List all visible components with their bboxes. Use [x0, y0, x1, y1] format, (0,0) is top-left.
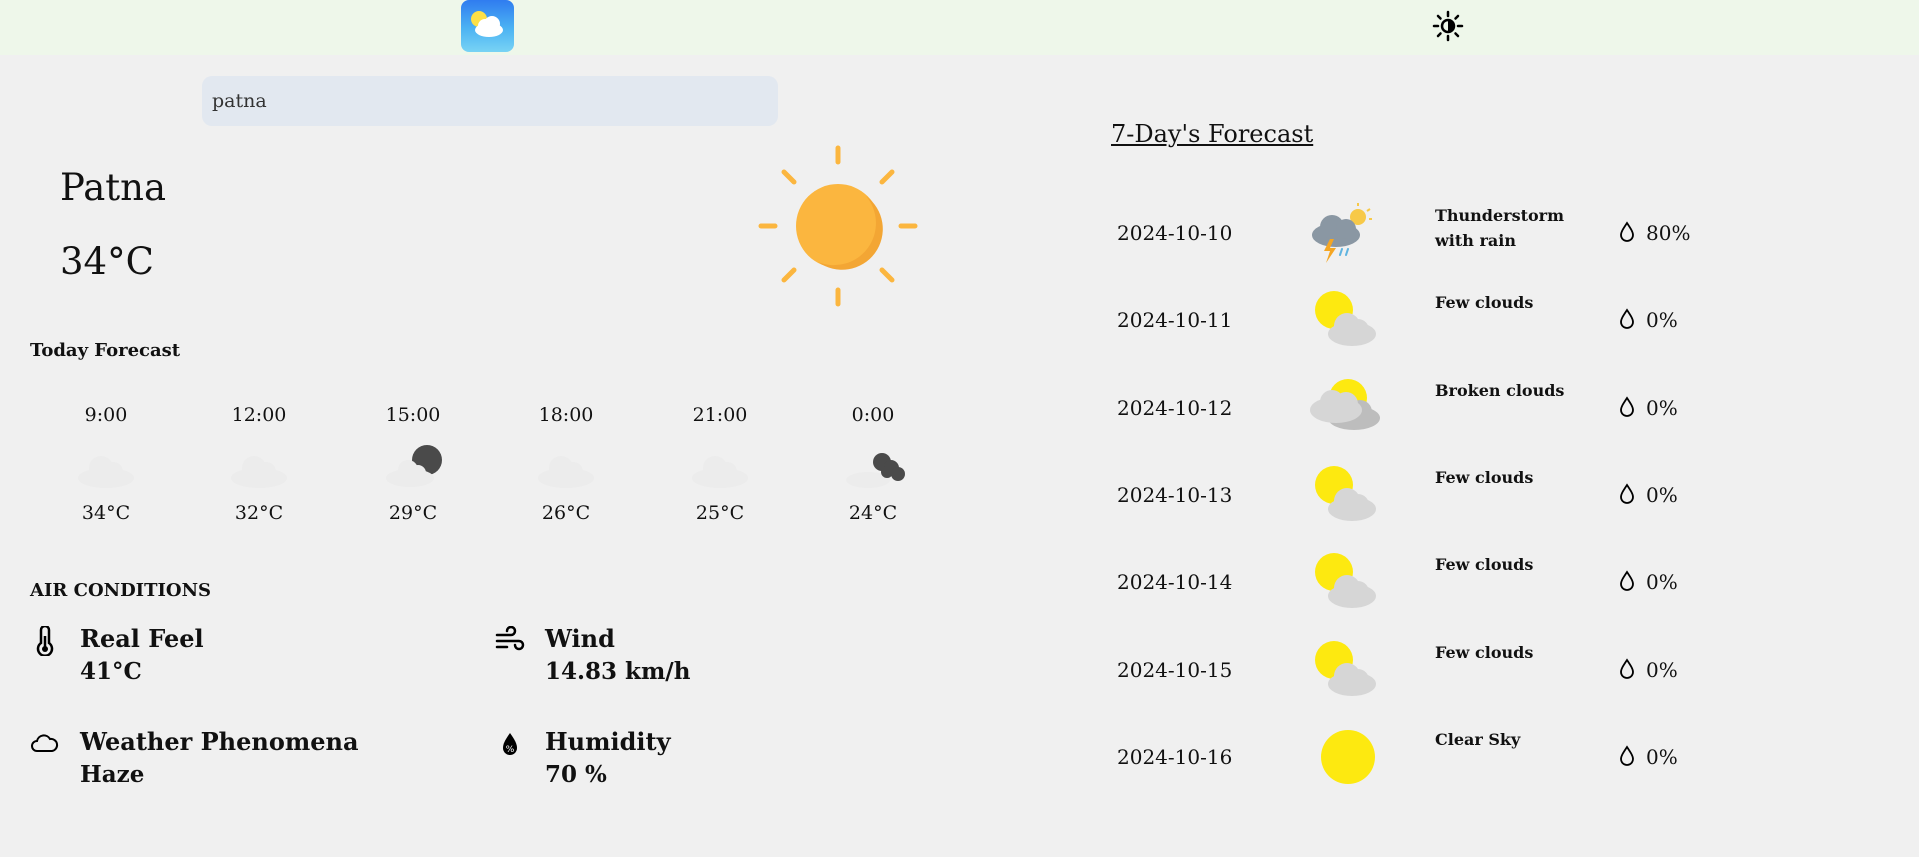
wind-value: 14.83 km/h [545, 658, 691, 685]
forecast-precipitation: 0% [1646, 658, 1678, 682]
moon-cloud-icon [386, 445, 442, 487]
forecast-precipitation: 0% [1646, 396, 1678, 420]
few-clouds-icon [1315, 553, 1376, 608]
humidity-card: % Humidity 70 % [495, 727, 855, 799]
haze-cloud-icon [231, 456, 287, 488]
brightness-toggle-icon[interactable] [1432, 10, 1464, 42]
humidity-label: Humidity [545, 727, 671, 756]
today-forecast-title: Today Forecast [30, 340, 181, 361]
forecast-date: 2024-10-12 [1117, 396, 1233, 420]
forecast-row: 2024-10-14 Few clouds 0% [1100, 552, 1800, 632]
forecast-precipitation: 80% [1646, 221, 1691, 245]
precipitation-drop-icon [1620, 745, 1634, 766]
wind-icon [495, 626, 525, 651]
thunderstorm-icon [1312, 203, 1372, 263]
few-clouds-icon [1315, 291, 1376, 346]
precipitation-drop-icon [1620, 308, 1634, 329]
forecast-description: Clear Sky [1435, 730, 1521, 749]
city-search-input[interactable] [202, 76, 778, 126]
sun-icon [758, 145, 918, 307]
weather-app-icon[interactable] [461, 0, 514, 52]
forecast-row: 2024-10-15 Few clouds 0% [1100, 640, 1800, 720]
forecast-date: 2024-10-13 [1117, 483, 1233, 507]
forecast-date: 2024-10-16 [1117, 745, 1233, 769]
forecast-row: 2024-10-10 Thunderstorm with rain 80% [1100, 203, 1800, 283]
forecast-precipitation: 0% [1646, 570, 1678, 594]
forecast-date: 2024-10-11 [1117, 308, 1233, 332]
precipitation-drop-icon [1620, 570, 1634, 591]
svg-text:%: % [506, 745, 515, 755]
hour-time: 15:00 [385, 404, 441, 426]
humidity-drop-icon: % [503, 733, 517, 755]
wind-card: Wind 14.83 km/h [495, 624, 855, 696]
hour-forecast-item: 15:00 29°C [363, 404, 463, 524]
weather-phenomena-label: Weather Phenomena [80, 727, 359, 756]
hour-temp: 25°C [695, 502, 745, 524]
haze-cloud-icon [78, 456, 134, 488]
precipitation-drop-icon [1620, 483, 1634, 504]
hour-forecast-item: 9:00 34°C [56, 404, 156, 524]
hour-temp: 32°C [234, 502, 284, 524]
hour-forecast-item: 21:00 25°C [670, 404, 770, 524]
forecast-precipitation: 0% [1646, 745, 1678, 769]
hour-temp: 29°C [388, 502, 438, 524]
forecast-description: Few clouds [1435, 468, 1534, 487]
precipitation-drop-icon [1620, 658, 1634, 679]
few-clouds-icon [1315, 466, 1376, 521]
dark-cloud-icon [846, 453, 905, 488]
thermometer-icon [36, 626, 54, 656]
hour-time: 0:00 [851, 404, 895, 426]
hour-time: 9:00 [84, 404, 128, 426]
cloud-outline-icon [31, 734, 59, 752]
hour-time: 18:00 [538, 404, 594, 426]
hour-time: 12:00 [231, 404, 287, 426]
forecast-description: Few clouds [1435, 293, 1534, 312]
haze-cloud-icon [692, 456, 748, 488]
hour-temp: 26°C [541, 502, 591, 524]
current-temperature: 34°C [60, 240, 154, 283]
humidity-value: 70 % [545, 761, 607, 788]
current-city: Patna [60, 166, 167, 209]
clear-sky-icon [1321, 730, 1375, 784]
hour-forecast-item: 0:00 24°C [823, 404, 923, 524]
hour-temp: 24°C [848, 502, 898, 524]
precipitation-drop-icon [1620, 221, 1634, 242]
forecast-description: Broken clouds [1435, 381, 1565, 400]
hour-temp: 34°C [81, 502, 131, 524]
few-clouds-icon [1315, 641, 1376, 696]
hour-time: 21:00 [692, 404, 748, 426]
forecast-precipitation: 0% [1646, 483, 1678, 507]
broken-clouds-icon [1310, 379, 1380, 430]
weather-phenomena-value: Haze [80, 761, 145, 788]
precipitation-drop-icon [1620, 396, 1634, 417]
forecast-date: 2024-10-10 [1117, 221, 1233, 245]
real-feel-value: 41°C [80, 658, 142, 685]
haze-cloud-icon [538, 456, 594, 488]
real-feel-card: Real Feel 41°C [30, 624, 390, 696]
forecast-description: Thunderstorm with rain [1435, 206, 1565, 250]
forecast-row: 2024-10-12 Broken clouds 0% [1100, 378, 1800, 458]
wind-label: Wind [545, 624, 615, 653]
forecast-description: Few clouds [1435, 643, 1534, 662]
top-bar [0, 0, 1919, 55]
forecast-title: 7-Day's Forecast [1111, 120, 1314, 148]
forecast-row: 2024-10-13 Few clouds 0% [1100, 465, 1800, 545]
forecast-description: Few clouds [1435, 555, 1534, 574]
forecast-date: 2024-10-14 [1117, 570, 1233, 594]
forecast-date: 2024-10-15 [1117, 658, 1233, 682]
forecast-row: 2024-10-16 Clear Sky 0% [1100, 727, 1800, 807]
real-feel-label: Real Feel [80, 624, 204, 653]
weather-phenomena-card: Weather Phenomena Haze [30, 727, 390, 799]
forecast-row: 2024-10-11 Few clouds 0% [1100, 290, 1800, 370]
air-conditions-title: AIR CONDITIONS [30, 580, 212, 601]
hour-forecast-item: 18:00 26°C [516, 404, 616, 524]
forecast-precipitation: 0% [1646, 308, 1678, 332]
hour-forecast-item: 12:00 32°C [209, 404, 309, 524]
